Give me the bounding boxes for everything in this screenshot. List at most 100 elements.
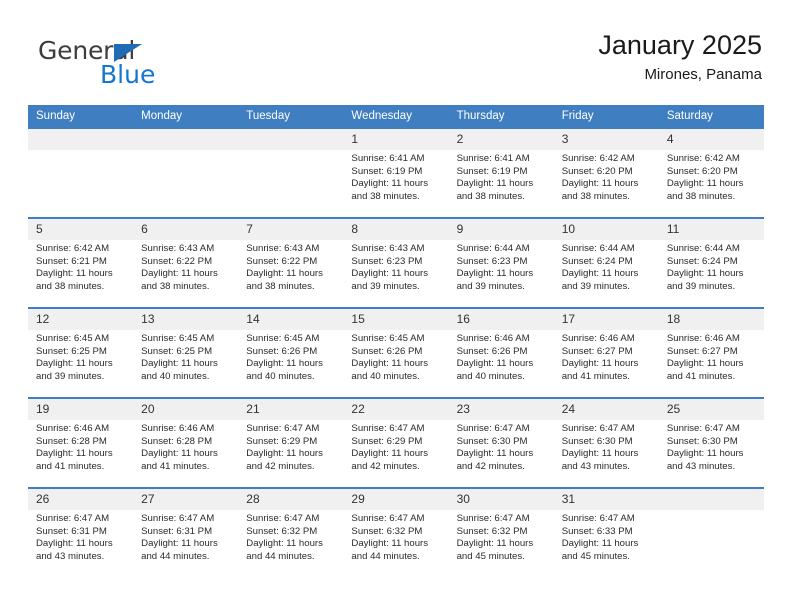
day-number: 8 <box>343 219 449 240</box>
day-number: 22 <box>343 399 449 420</box>
day-details: Sunrise: 6:45 AM Sunset: 6:26 PM Daylight:… <box>343 330 448 383</box>
weekday-header-thursday: Thursday <box>448 105 554 128</box>
day-details: Sunrise: 6:41 AM Sunset: 6:19 PM Daylight:… <box>343 150 448 203</box>
calendar-day-cell[interactable]: 5 Sunrise: 6:42 AM Sunset: 6:21 PM Daylight… <box>28 217 134 308</box>
sunrise-text: Sunrise: 6:45 AM <box>36 333 110 344</box>
daylight-text: Daylight: 11 hours <box>246 448 323 460</box>
daylight-text: Daylight: 11 hours <box>351 178 429 190</box>
day-number: 19 <box>28 399 134 420</box>
calendar-body: 1 Sunrise: 6:41 AM Sunset: 6:19 PM Daylight… <box>28 127 764 577</box>
calendar-day-cell[interactable]: 6 Sunrise: 6:43 AM Sunset: 6:22 PM Daylight… <box>133 217 239 308</box>
daylight-text: Daylight: 11 hours <box>456 268 534 280</box>
daylight-text: Daylight: 11 hours <box>36 448 113 460</box>
daylight-text: Daylight: 11 hours <box>561 268 639 280</box>
calendar-day-cell[interactable]: 20 Sunrise: 6:46 AM Sunset: 6:28 PM Dayligh… <box>133 397 239 488</box>
daylight-text: Daylight: 11 hours <box>36 358 113 370</box>
sunset-text: Sunset: 6:30 PM <box>561 435 633 447</box>
sunset-text: Sunset: 6:26 PM <box>456 345 528 357</box>
calendar-page: General Blue January 2025 Mirones, Panam… <box>0 0 792 612</box>
calendar-day-cell[interactable]: 25 Sunrise: 6:47 AM Sunset: 6:30 PM Dayligh… <box>658 397 764 488</box>
calendar-day-cell[interactable]: 4 Sunrise: 6:42 AM Sunset: 6:20 PM Daylight… <box>658 127 764 218</box>
day-number: 29 <box>343 489 449 510</box>
day-details: Sunrise: 6:47 AM Sunset: 6:32 PM Daylight:… <box>449 510 554 563</box>
daylight-text-cont: and 40 minutes. <box>351 370 420 382</box>
daylight-text: Daylight: 11 hours <box>141 268 218 280</box>
day-details: Sunrise: 6:47 AM Sunset: 6:31 PM Daylight:… <box>133 510 238 563</box>
day-details: Sunrise: 6:46 AM Sunset: 6:27 PM Daylight:… <box>554 330 659 383</box>
sunrise-text: Sunrise: 6:47 AM <box>351 513 425 524</box>
sunset-text: Sunset: 6:20 PM <box>561 165 633 177</box>
sunset-text: Sunset: 6:31 PM <box>141 525 213 537</box>
calendar-day-cell[interactable]: 16 Sunrise: 6:46 AM Sunset: 6:26 PM Dayligh… <box>448 307 554 398</box>
day-number: 13 <box>133 309 239 330</box>
calendar-day-cell[interactable]: 11 Sunrise: 6:44 AM Sunset: 6:24 PM Dayligh… <box>658 217 764 308</box>
calendar-day-cell[interactable]: 23 Sunrise: 6:47 AM Sunset: 6:30 PM Dayligh… <box>448 397 554 488</box>
calendar-day-cell[interactable]: 21 Sunrise: 6:47 AM Sunset: 6:29 PM Dayligh… <box>238 397 344 488</box>
day-number: 3 <box>553 129 659 150</box>
day-details: Sunrise: 6:46 AM Sunset: 6:28 PM Daylight:… <box>133 420 238 473</box>
sunset-text: Sunset: 6:23 PM <box>456 255 528 267</box>
sunrise-text: Sunrise: 6:44 AM <box>561 243 635 254</box>
daylight-text: Daylight: 11 hours <box>36 268 113 280</box>
daylight-text: Daylight: 11 hours <box>561 448 639 460</box>
sunset-text: Sunset: 6:23 PM <box>351 255 423 267</box>
calendar-day-cell[interactable]: 3 Sunrise: 6:42 AM Sunset: 6:20 PM Daylight… <box>553 127 659 218</box>
day-details: Sunrise: 6:42 AM Sunset: 6:21 PM Daylight:… <box>28 240 133 293</box>
day-details: Sunrise: 6:43 AM Sunset: 6:22 PM Daylight:… <box>133 240 238 293</box>
day-details: Sunrise: 6:47 AM Sunset: 6:29 PM Daylight:… <box>343 420 448 473</box>
calendar-empty-cell <box>28 127 134 218</box>
calendar-day-cell[interactable]: 28 Sunrise: 6:47 AM Sunset: 6:32 PM Dayligh… <box>238 487 344 577</box>
calendar-day-cell[interactable]: 15 Sunrise: 6:45 AM Sunset: 6:26 PM Dayligh… <box>343 307 449 398</box>
day-details: Sunrise: 6:42 AM Sunset: 6:20 PM Daylight:… <box>659 150 764 203</box>
sunrise-text: Sunrise: 6:43 AM <box>351 243 425 254</box>
sunrise-text: Sunrise: 6:45 AM <box>246 333 320 344</box>
calendar-day-cell[interactable]: 2 Sunrise: 6:41 AM Sunset: 6:19 PM Daylight… <box>448 127 554 218</box>
sunset-text: Sunset: 6:32 PM <box>456 525 528 537</box>
daylight-text: Daylight: 11 hours <box>561 358 639 370</box>
day-details: Sunrise: 6:41 AM Sunset: 6:19 PM Daylight:… <box>449 150 554 203</box>
day-details: Sunrise: 6:46 AM Sunset: 6:28 PM Daylight:… <box>28 420 133 473</box>
calendar-day-cell[interactable]: 26 Sunrise: 6:47 AM Sunset: 6:31 PM Dayligh… <box>28 487 134 577</box>
sunrise-text: Sunrise: 6:42 AM <box>36 243 110 254</box>
calendar-day-cell[interactable]: 17 Sunrise: 6:46 AM Sunset: 6:27 PM Dayligh… <box>553 307 659 398</box>
calendar-day-cell[interactable]: 29 Sunrise: 6:47 AM Sunset: 6:32 PM Dayligh… <box>343 487 449 577</box>
calendar-day-cell[interactable]: 12 Sunrise: 6:45 AM Sunset: 6:25 PM Dayligh… <box>28 307 134 398</box>
calendar-day-cell[interactable]: 18 Sunrise: 6:46 AM Sunset: 6:27 PM Dayligh… <box>658 307 764 398</box>
sunset-text: Sunset: 6:31 PM <box>36 525 107 537</box>
day-details: Sunrise: 6:44 AM Sunset: 6:24 PM Daylight:… <box>554 240 659 293</box>
daylight-text-cont: and 38 minutes. <box>561 190 630 202</box>
calendar-day-cell[interactable]: 1 Sunrise: 6:41 AM Sunset: 6:19 PM Daylight… <box>343 127 449 218</box>
day-details: Sunrise: 6:46 AM Sunset: 6:27 PM Daylight:… <box>659 330 764 383</box>
daylight-text-cont: and 45 minutes. <box>561 550 630 562</box>
calendar-day-cell[interactable]: 10 Sunrise: 6:44 AM Sunset: 6:24 PM Dayligh… <box>553 217 659 308</box>
calendar-day-cell[interactable]: 14 Sunrise: 6:45 AM Sunset: 6:26 PM Dayligh… <box>238 307 344 398</box>
day-number <box>28 129 134 150</box>
sunset-text: Sunset: 6:33 PM <box>561 525 633 537</box>
day-number: 12 <box>28 309 134 330</box>
calendar-day-cell[interactable]: 22 Sunrise: 6:47 AM Sunset: 6:29 PM Dayligh… <box>343 397 449 488</box>
day-details: Sunrise: 6:47 AM Sunset: 6:30 PM Daylight:… <box>659 420 764 473</box>
calendar-day-cell[interactable]: 31 Sunrise: 6:47 AM Sunset: 6:33 PM Dayligh… <box>553 487 659 577</box>
day-details: Sunrise: 6:43 AM Sunset: 6:22 PM Daylight:… <box>238 240 343 293</box>
sunset-text: Sunset: 6:25 PM <box>36 345 107 357</box>
daylight-text-cont: and 38 minutes. <box>36 280 105 292</box>
daylight-text-cont: and 41 minutes. <box>36 460 105 472</box>
daylight-text-cont: and 39 minutes. <box>666 280 736 292</box>
day-number: 11 <box>658 219 764 240</box>
calendar-day-cell[interactable]: 27 Sunrise: 6:47 AM Sunset: 6:31 PM Dayligh… <box>133 487 239 577</box>
sunrise-text: Sunrise: 6:47 AM <box>666 423 740 434</box>
sunset-text: Sunset: 6:26 PM <box>351 345 423 357</box>
calendar-day-cell[interactable]: 13 Sunrise: 6:45 AM Sunset: 6:25 PM Dayligh… <box>133 307 239 398</box>
calendar-day-cell[interactable]: 30 Sunrise: 6:47 AM Sunset: 6:32 PM Dayligh… <box>448 487 554 577</box>
day-details: Sunrise: 6:47 AM Sunset: 6:32 PM Daylight:… <box>238 510 343 563</box>
calendar-day-cell[interactable]: 24 Sunrise: 6:47 AM Sunset: 6:30 PM Dayligh… <box>553 397 659 488</box>
calendar-day-cell[interactable]: 9 Sunrise: 6:44 AM Sunset: 6:23 PM Daylight… <box>448 217 554 308</box>
calendar-day-cell[interactable]: 7 Sunrise: 6:43 AM Sunset: 6:22 PM Daylight… <box>238 217 344 308</box>
day-number: 31 <box>553 489 659 510</box>
weekday-header-monday: Monday <box>133 105 239 128</box>
calendar-day-cell[interactable]: 19 Sunrise: 6:46 AM Sunset: 6:28 PM Dayligh… <box>28 397 134 488</box>
sunrise-text: Sunrise: 6:46 AM <box>456 333 530 344</box>
calendar-day-cell[interactable]: 8 Sunrise: 6:43 AM Sunset: 6:23 PM Daylight… <box>343 217 449 308</box>
sunrise-text: Sunrise: 6:41 AM <box>456 153 530 164</box>
day-details: Sunrise: 6:47 AM Sunset: 6:31 PM Daylight:… <box>28 510 133 563</box>
